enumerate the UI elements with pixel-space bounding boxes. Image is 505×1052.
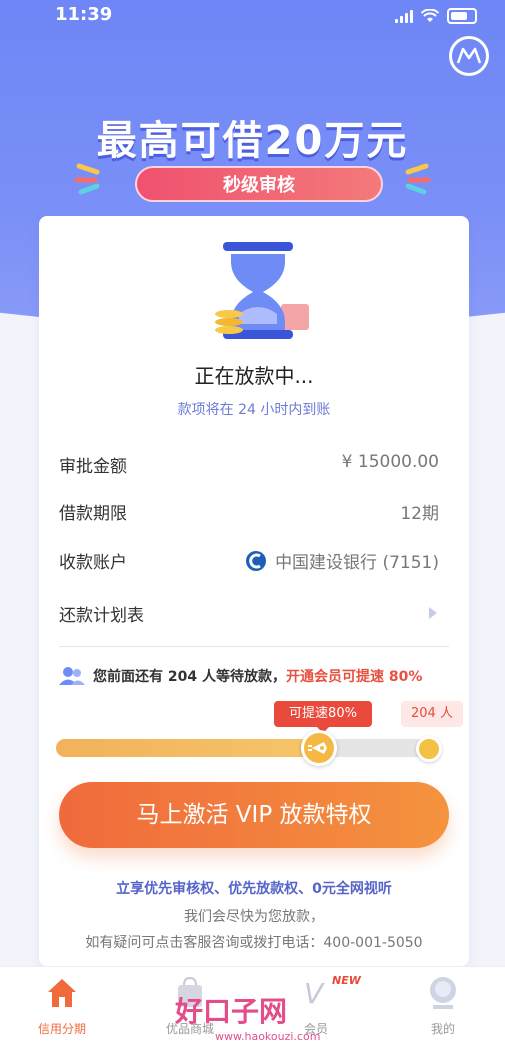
receiving-account-row: 收款账户 中国建设银行 (7151) [59,548,439,573]
tab-label: 我的 [430,1022,455,1036]
receiving-account-label: 收款账户 [59,553,127,573]
loan-term-row: 借款期限 12期 [59,499,439,524]
progress-end-knob [416,736,442,762]
bank-logo-icon [246,551,267,571]
loan-status-card: 正在放款中... 款项将在 24 小时内到账 审批金额 ¥ 15000.00 借… [39,216,469,966]
sparkle-right-icon [405,163,431,195]
users-icon [59,667,85,685]
approved-amount-row: 审批金额 ¥ 15000.00 [59,452,439,477]
watermark: 好口子网 www.haokouzi.com [175,990,320,1043]
status-time: 11:39 [55,4,113,25]
hourglass-icon [215,242,309,339]
bank-account-text: 中国建设银行 (7151) [275,553,439,573]
vip-perks-text: 立享优先审核权、优先放款权、0元全网视听 [116,881,392,897]
queue-progress-track [56,739,436,757]
note-line-1: 我们会尽快为您放款， [184,909,324,925]
watermark-title: 好口子网 [175,995,288,1028]
queue-notice: 您前面还有 204 人等待放款，开通会员可提速 80% [59,666,459,686]
rocket-knob-icon [301,730,337,766]
instant-review-pill: 秒级审核 [135,166,383,202]
watermark-url: www.haokouzi.com [215,1030,321,1043]
wifi-icon [421,9,439,22]
activate-vip-button[interactable]: 马上激活 VIP 放款特权 [59,782,449,848]
queue-progress-fill [56,739,322,757]
status-bar: 11:39 [0,4,505,28]
house-icon [48,979,76,1007]
chevron-right-icon [429,607,437,619]
battery-icon [447,8,477,24]
tab-label: 信用分期 [37,1022,86,1036]
queue-highlight: 开通会员可提速 80% [285,669,423,685]
repayment-plan-label: 还款计划表 [59,606,144,626]
user-icon [430,977,456,1009]
divider [59,646,449,647]
membership-logo-icon[interactable] [449,36,489,76]
note-line-2[interactable]: 如有疑问可点击客服咨询或拨打电话：400-001-5050 [39,932,469,952]
loan-term-label: 借款期限 [59,504,127,524]
loan-status-title: 正在放款中... [194,364,314,388]
tab-credit-installment[interactable]: 信用分期 [12,975,112,1037]
loan-term-value: 12期 [400,504,439,524]
receiving-account-value: 中国建设银行 (7151) [245,548,439,573]
queue-count-tag: 204 人 [401,701,463,727]
tab-mine[interactable]: 我的 [393,975,493,1037]
sparkle-left-icon [74,163,100,195]
loan-status-subtitle: 款项将在 24 小时内到账 [177,402,331,418]
repayment-plan-row[interactable]: 还款计划表 [59,601,439,626]
signal-icon [395,9,413,23]
approved-amount-label: 审批金额 [59,457,127,477]
speed-up-tag: 可提速80% [274,701,372,733]
queue-text: 您前面还有 204 人等待放款， [93,669,286,685]
status-icons [395,8,477,24]
approved-amount-value: ¥ 15000.00 [341,452,439,472]
new-badge: NEW [332,974,361,987]
